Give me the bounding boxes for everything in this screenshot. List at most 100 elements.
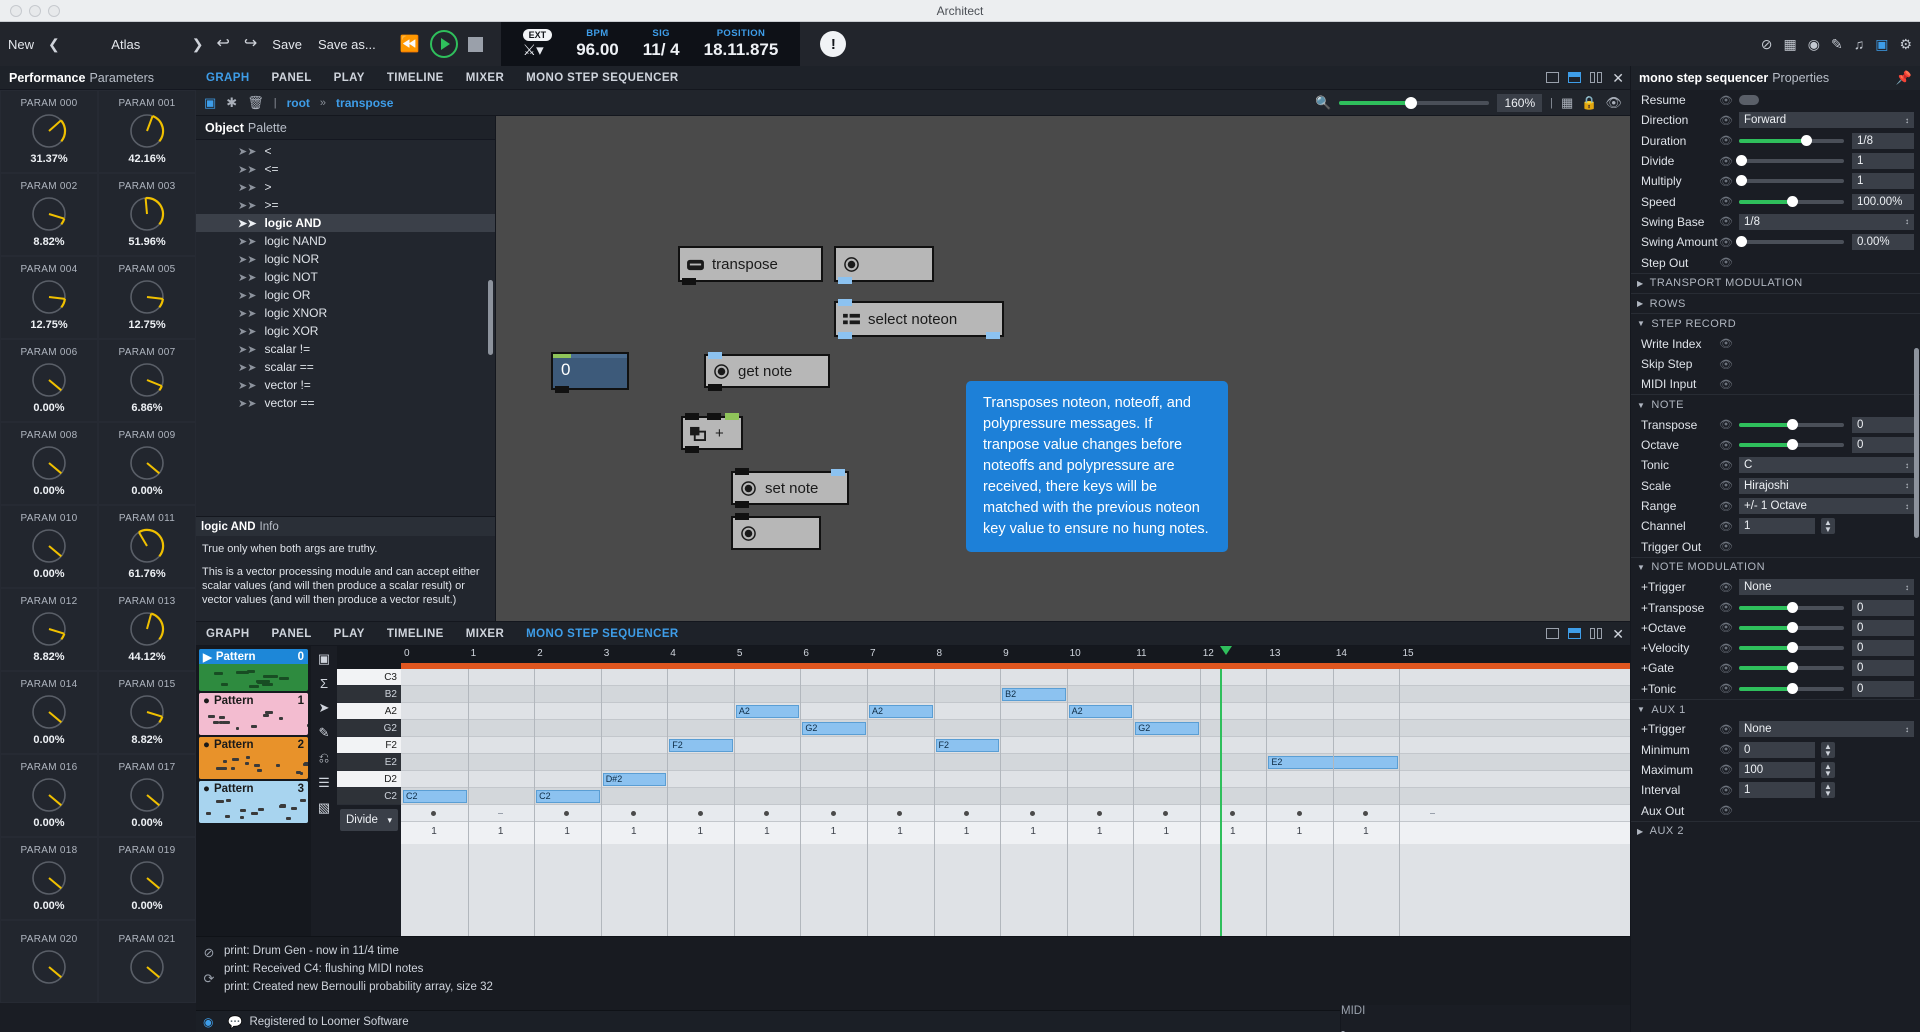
bypass-icon[interactable]: ⊘ — [1761, 37, 1773, 51]
parameter-cell[interactable]: PARAM 015 8.82% — [98, 671, 196, 754]
grid-note[interactable]: E2 — [1268, 756, 1398, 769]
sync-source-group[interactable]: EXT ⚔▾ — [511, 22, 565, 66]
pencil-icon[interactable]: ✎ — [1831, 37, 1843, 51]
step-value[interactable]: 1 — [1297, 826, 1303, 837]
properties-scrollbar[interactable] — [1914, 348, 1919, 538]
parameter-cell[interactable]: PARAM 001 42.16% — [98, 90, 196, 173]
lock-icon[interactable]: 🔒 — [1581, 95, 1597, 111]
grid-icon[interactable]: ▦ — [1561, 95, 1573, 111]
save-button[interactable]: Save — [264, 37, 310, 52]
node-output-port[interactable] — [735, 501, 749, 508]
node-input-port-right[interactable] — [831, 469, 845, 476]
piano-key[interactable]: C2 — [337, 788, 401, 805]
columns-view-icon[interactable] — [1590, 628, 1603, 639]
bpm-group[interactable]: BPM 96.00 — [564, 22, 631, 66]
pattern-item[interactable]: ● Pattern 1 — [199, 693, 308, 735]
columns-view-icon[interactable] — [1590, 72, 1603, 83]
property-slider[interactable] — [1739, 443, 1844, 447]
tab-play[interactable]: PLAY — [334, 628, 365, 640]
step-dot-on[interactable] — [631, 811, 636, 816]
grid-row[interactable]: A2 A2 A2 — [401, 703, 1630, 720]
properties-list[interactable]: Resume 👁 Direction 👁 Forward ↕ Duration 👁 1/8… — [1631, 90, 1920, 1032]
breadcrumb-root[interactable]: root — [287, 96, 310, 110]
palette-item[interactable]: ➤➤ >= — [196, 196, 495, 214]
palette-item[interactable]: ➤➤ logic NAND — [196, 232, 495, 250]
grid-note[interactable]: A2 — [1069, 705, 1133, 718]
property-select[interactable]: C ↕ — [1739, 457, 1914, 473]
modulation-eye-icon[interactable]: 👁 — [1719, 601, 1739, 614]
sig-denominator[interactable]: 4 — [670, 40, 679, 59]
property-section-aux-1[interactable]: ▼ AUX 1 — [1631, 699, 1920, 719]
step-value[interactable]: 1 — [564, 826, 570, 837]
modulation-eye-icon[interactable]: 👁 — [1719, 195, 1739, 208]
property-slider[interactable] — [1739, 687, 1844, 691]
node-set-note[interactable]: set note — [731, 471, 849, 505]
modulation-eye-icon[interactable]: 👁 — [1719, 439, 1739, 452]
knob-icon[interactable] — [128, 948, 166, 986]
console-settings-icon[interactable]: ⟳ — [204, 971, 215, 987]
step-value[interactable]: 1 — [1363, 826, 1369, 837]
zoom-magnifier-icon[interactable]: 🔍 — [1315, 95, 1331, 111]
property-value[interactable]: 0 — [1852, 600, 1914, 616]
rewind-icon[interactable]: ⏪ — [400, 34, 420, 54]
palette-item[interactable]: ➤➤ <= — [196, 160, 495, 178]
node-input-port[interactable] — [838, 299, 852, 306]
step-value-row[interactable]: 111111111111111 — [401, 822, 1630, 844]
status-chat-icon[interactable]: 💬 — [220, 1015, 249, 1029]
rows-tool-icon[interactable]: ☰ — [318, 775, 330, 791]
snap-icon[interactable]: ✱ — [226, 95, 237, 111]
property-section-note[interactable]: ▼ NOTE — [1631, 394, 1920, 414]
graph-canvas[interactable]: transpose select noteon get note + set n… — [496, 116, 1630, 621]
knob-icon[interactable] — [128, 112, 166, 150]
close-editor-icon[interactable]: ✕ — [1612, 71, 1624, 85]
record-icon[interactable]: ◉ — [1808, 37, 1820, 51]
property-select[interactable]: None ↕ — [1739, 721, 1914, 737]
property-select[interactable]: None ↕ — [1739, 579, 1914, 595]
grid-row[interactable]: F2 F2 — [401, 737, 1630, 754]
note-grid[interactable]: B2 A2 A2 A2 G2 G2 F2 F2 E2 D#2 C2 C2 11111111111111… — [401, 669, 1630, 936]
property-select[interactable]: 1/8 ↕ — [1739, 214, 1914, 230]
modulation-eye-icon[interactable]: 👁 — [1719, 621, 1739, 634]
number-box[interactable]: 0 — [551, 352, 629, 390]
knob-icon[interactable] — [30, 112, 68, 150]
step-value[interactable]: 1 — [431, 826, 437, 837]
modulation-eye-icon[interactable]: 👁 — [1719, 662, 1739, 675]
piano-key[interactable]: D2 — [337, 771, 401, 788]
node-output-port[interactable] — [682, 278, 696, 285]
step-value[interactable]: 1 — [1097, 826, 1103, 837]
modulation-eye-icon[interactable]: 👁 — [1719, 134, 1739, 147]
property-section-transport-modulation[interactable]: ▶ TRANSPORT MODULATION — [1631, 273, 1920, 293]
grid-tool-icon[interactable]: ▣ — [318, 651, 330, 667]
palette-item[interactable]: ➤➤ vector != — [196, 376, 495, 394]
signature-group[interactable]: SIG 11/ 4 — [631, 22, 692, 66]
node-input-port-a[interactable] — [685, 413, 699, 420]
routing-icon[interactable]: ▦ — [1784, 37, 1797, 51]
knob-icon[interactable] — [30, 195, 68, 233]
parameter-cell[interactable]: PARAM 016 0.00% — [0, 754, 98, 837]
step-dot-on[interactable] — [1163, 811, 1168, 816]
pencil-tool-icon[interactable]: ✎ — [319, 725, 330, 741]
property-value[interactable]: 1 — [1852, 153, 1914, 169]
step-value[interactable]: 1 — [1230, 826, 1236, 837]
property-value[interactable]: 0 — [1852, 417, 1914, 433]
grid-note[interactable]: A2 — [869, 705, 933, 718]
knob-icon[interactable] — [128, 195, 166, 233]
property-slider[interactable] — [1739, 646, 1844, 650]
step-dot-on[interactable] — [897, 811, 902, 816]
palette-scrollbar[interactable] — [488, 280, 493, 355]
numberbox-input-port[interactable] — [553, 354, 571, 358]
node-transpose[interactable]: transpose — [678, 246, 823, 282]
pointer-tool-icon[interactable]: ➤ — [319, 700, 330, 716]
node-output-port[interactable] — [685, 446, 699, 453]
property-value[interactable]: 100.00% — [1852, 194, 1914, 210]
pin-icon[interactable]: 📌 — [1896, 70, 1912, 86]
modulation-eye-icon[interactable]: 👁 — [1719, 520, 1739, 533]
property-value[interactable]: 1 — [1739, 782, 1815, 798]
step-value[interactable]: 1 — [698, 826, 704, 837]
property-select[interactable]: Hirajoshi ↕ — [1739, 478, 1914, 494]
play-button[interactable] — [430, 30, 458, 58]
property-value[interactable]: 0 — [1852, 681, 1914, 697]
parameter-cell[interactable]: PARAM 002 8.82% — [0, 173, 98, 256]
knob-icon[interactable] — [30, 776, 68, 814]
step-dot-on[interactable] — [1297, 811, 1302, 816]
